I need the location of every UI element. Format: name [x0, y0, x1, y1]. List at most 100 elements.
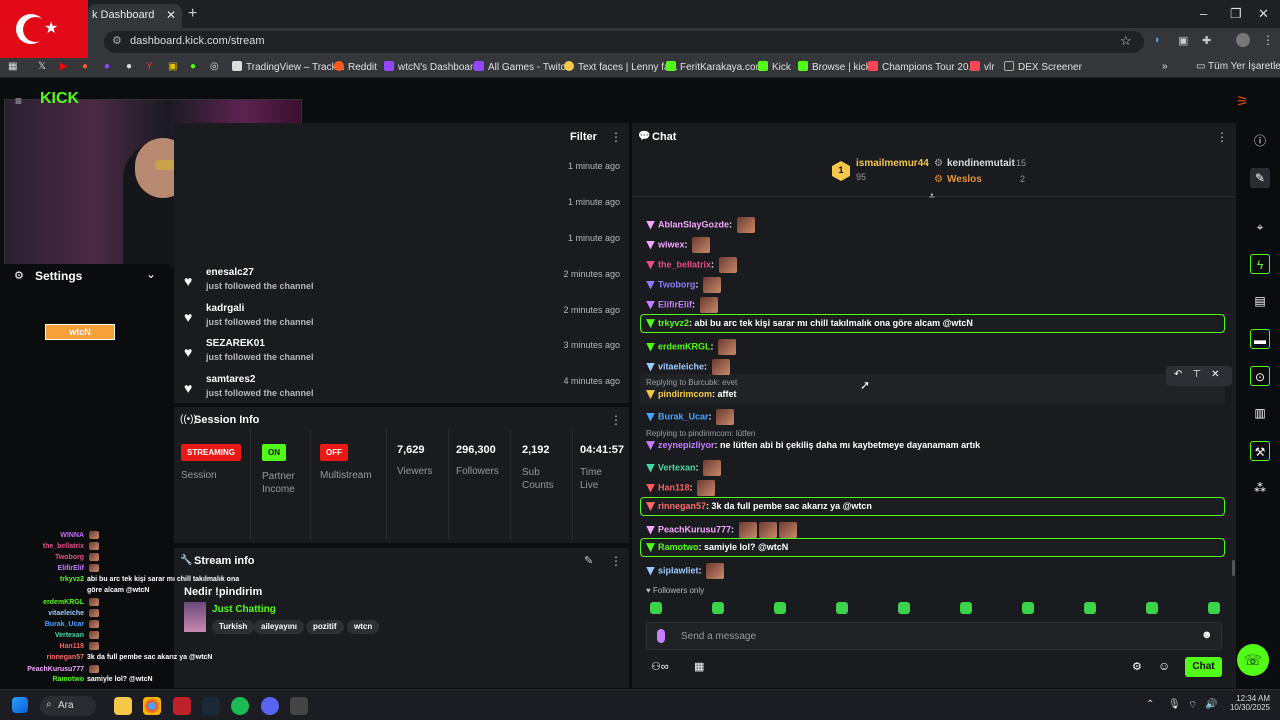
- quick-emote[interactable]: [1022, 602, 1034, 614]
- spotify-icon[interactable]: [231, 697, 249, 715]
- menu-icon[interactable]: ≡: [15, 94, 22, 108]
- quick-emote[interactable]: [774, 602, 786, 614]
- bookmark-tradingview[interactable]: TradingView – Track...: [232, 61, 345, 73]
- chevron-down-icon[interactable]: ⌄: [146, 267, 156, 281]
- chat-message[interactable]: wiwex:: [646, 237, 711, 253]
- gift-icon[interactable]: ▦: [694, 660, 704, 673]
- address-bar[interactable]: dashboard.kick.com/stream: [104, 31, 1144, 53]
- minimize-icon[interactable]: –: [1200, 6, 1207, 21]
- chat-message[interactable]: Han118:: [646, 480, 716, 496]
- layers-icon[interactable]: ▥: [1250, 403, 1270, 423]
- app-icon[interactable]: [173, 697, 191, 715]
- chat-username[interactable]: Han118: [658, 482, 690, 492]
- chat-username[interactable]: Twoborg: [658, 279, 695, 289]
- bookmark-kick[interactable]: Kick: [758, 61, 791, 73]
- chat-input[interactable]: Send a message ☻: [646, 622, 1222, 650]
- misc-icon[interactable]: ◎: [210, 61, 219, 72]
- tag-pill[interactable]: wtcn: [347, 620, 380, 634]
- quick-emote[interactable]: [898, 602, 910, 614]
- leader3-name[interactable]: Weslos: [947, 174, 982, 185]
- chat-message[interactable]: AblanSlayGozde:: [646, 217, 755, 233]
- tag-pill[interactable]: aileyayını: [254, 620, 305, 634]
- apps-grid-icon[interactable]: ▦: [8, 61, 17, 72]
- new-tab-icon[interactable]: +: [188, 5, 197, 23]
- volume-icon[interactable]: 🔊: [1205, 699, 1217, 710]
- chat-message[interactable]: pindirimcom: affet: [646, 389, 737, 400]
- bookmark-all-games[interactable]: All Games - Twitch: [474, 61, 571, 73]
- site-settings-icon[interactable]: ⚙: [112, 34, 122, 47]
- extensions-puzzle-icon[interactable]: ✚: [1202, 34, 1211, 47]
- channel-avatar-icon[interactable]: ⚞: [1236, 93, 1249, 110]
- tools-icon[interactable]: ⚒: [1250, 441, 1270, 461]
- chat-message[interactable]: PeachKurusu777:: [646, 522, 797, 538]
- delete-icon[interactable]: ✕: [1211, 369, 1229, 380]
- discord-icon[interactable]: [261, 697, 279, 715]
- quick-emote[interactable]: [960, 602, 972, 614]
- browser-tab[interactable]: k Dashboard ✕: [88, 4, 182, 28]
- bookmark-browse-kick[interactable]: Browse | kick: [798, 61, 871, 73]
- emoji-icon[interactable]: ☻: [1201, 629, 1213, 641]
- extension-icon[interactable]: ◗: [1154, 34, 1161, 46]
- chat-message[interactable]: zeynepizliyor: ne lütfen abi bi çekiliş …: [646, 440, 980, 451]
- quick-emote[interactable]: [1084, 602, 1096, 614]
- chat-message[interactable]: siplawliet:: [646, 563, 725, 579]
- chat-username[interactable]: Ramotwo: [658, 542, 699, 552]
- users-icon[interactable]: ☺: [1158, 659, 1170, 673]
- close-window-icon[interactable]: ✕: [1258, 6, 1269, 22]
- quick-emote[interactable]: [1208, 602, 1220, 614]
- chat-username[interactable]: the_bellatrix: [658, 259, 711, 269]
- kick-logo[interactable]: KICK: [40, 90, 79, 108]
- chat-username[interactable]: rinnegan57: [658, 501, 706, 511]
- close-tab-icon[interactable]: ✕: [166, 8, 176, 22]
- chat-message[interactable]: the_bellatrix:: [646, 257, 737, 273]
- reddit-small-icon[interactable]: ●: [82, 61, 88, 72]
- bookmark-dashboard[interactable]: wtcN's Dashboard: [384, 61, 479, 73]
- kick-small-icon[interactable]: ●: [190, 61, 196, 72]
- g-icon[interactable]: ▣: [168, 61, 177, 72]
- profile-avatar[interactable]: [1236, 33, 1250, 47]
- infinity-icon[interactable]: ⚇∞: [651, 660, 669, 673]
- quick-emote[interactable]: [836, 602, 848, 614]
- tag-pill[interactable]: pozitif: [306, 620, 344, 634]
- chat-username[interactable]: vitaeleiche: [658, 361, 704, 371]
- chrome-icon[interactable]: [143, 697, 161, 715]
- bookmark-champions-tour[interactable]: Champions Tour 20...: [868, 61, 977, 73]
- app-window-icon[interactable]: [290, 697, 308, 715]
- nodes-icon[interactable]: ⁂: [1250, 478, 1270, 498]
- document-icon[interactable]: ▤: [1250, 291, 1270, 311]
- bookmark-feritkarakaya[interactable]: FeritKarakaya.com: [666, 61, 764, 73]
- chat-message[interactable]: erdemKRGL:: [646, 339, 737, 355]
- settings-row[interactable]: ⚙ Settings ⌄: [0, 264, 170, 288]
- bookmark-vlr[interactable]: vlr: [970, 61, 995, 73]
- focus-icon[interactable]: ⌖: [1250, 217, 1270, 237]
- broadcast-widget-icon[interactable]: ⊙: [1250, 366, 1270, 386]
- pin-icon[interactable]: ⊤: [1192, 369, 1211, 380]
- chat-message[interactable]: trkyvz2: abi bu arc tek kişi sarar mı ch…: [646, 318, 973, 329]
- steam-icon[interactable]: [202, 697, 220, 715]
- chat-settings-icon[interactable]: ⚙: [1132, 660, 1142, 673]
- media-icon[interactable]: ▣: [1178, 34, 1188, 47]
- bookmark-text-faces[interactable]: Text faces | Lenny fa...: [564, 61, 678, 73]
- chat-username[interactable]: Vertexan: [658, 462, 696, 472]
- bookmark-star-icon[interactable]: ☆: [1120, 33, 1132, 49]
- tray-chevron-icon[interactable]: ⌃: [1146, 699, 1154, 710]
- reply-icon[interactable]: ↶: [1174, 369, 1192, 380]
- chat-username[interactable]: PeachKurusu777: [658, 524, 731, 534]
- more-bookmarks-icon[interactable]: »: [1162, 61, 1168, 72]
- chat-username[interactable]: siplawliet: [658, 565, 699, 575]
- chat-scrollbar[interactable]: [1232, 560, 1235, 576]
- bookmark-dex-screener[interactable]: DEX Screener: [1004, 61, 1082, 73]
- stream-info-menu-icon[interactable]: ⋮: [610, 554, 622, 568]
- bookmark-reddit[interactable]: Reddit: [334, 61, 377, 73]
- taskbar-search[interactable]: ⌕ Ara: [40, 696, 96, 716]
- chat-menu-icon[interactable]: ⋮: [1216, 130, 1228, 144]
- session-menu-icon[interactable]: ⋮: [610, 413, 622, 427]
- chat-username[interactable]: erdemKRGL: [658, 341, 711, 351]
- youtube-icon[interactable]: ▶: [60, 61, 68, 72]
- edit-icon[interactable]: ✎: [1250, 168, 1270, 188]
- chat-username[interactable]: ElifirElif: [658, 299, 692, 309]
- chat-message[interactable]: ElifirElif:: [646, 297, 718, 313]
- filter-button[interactable]: Filter: [570, 131, 597, 143]
- chat-username[interactable]: pindirimcom: [658, 389, 712, 399]
- browser-menu-icon[interactable]: ⋮: [1262, 33, 1274, 47]
